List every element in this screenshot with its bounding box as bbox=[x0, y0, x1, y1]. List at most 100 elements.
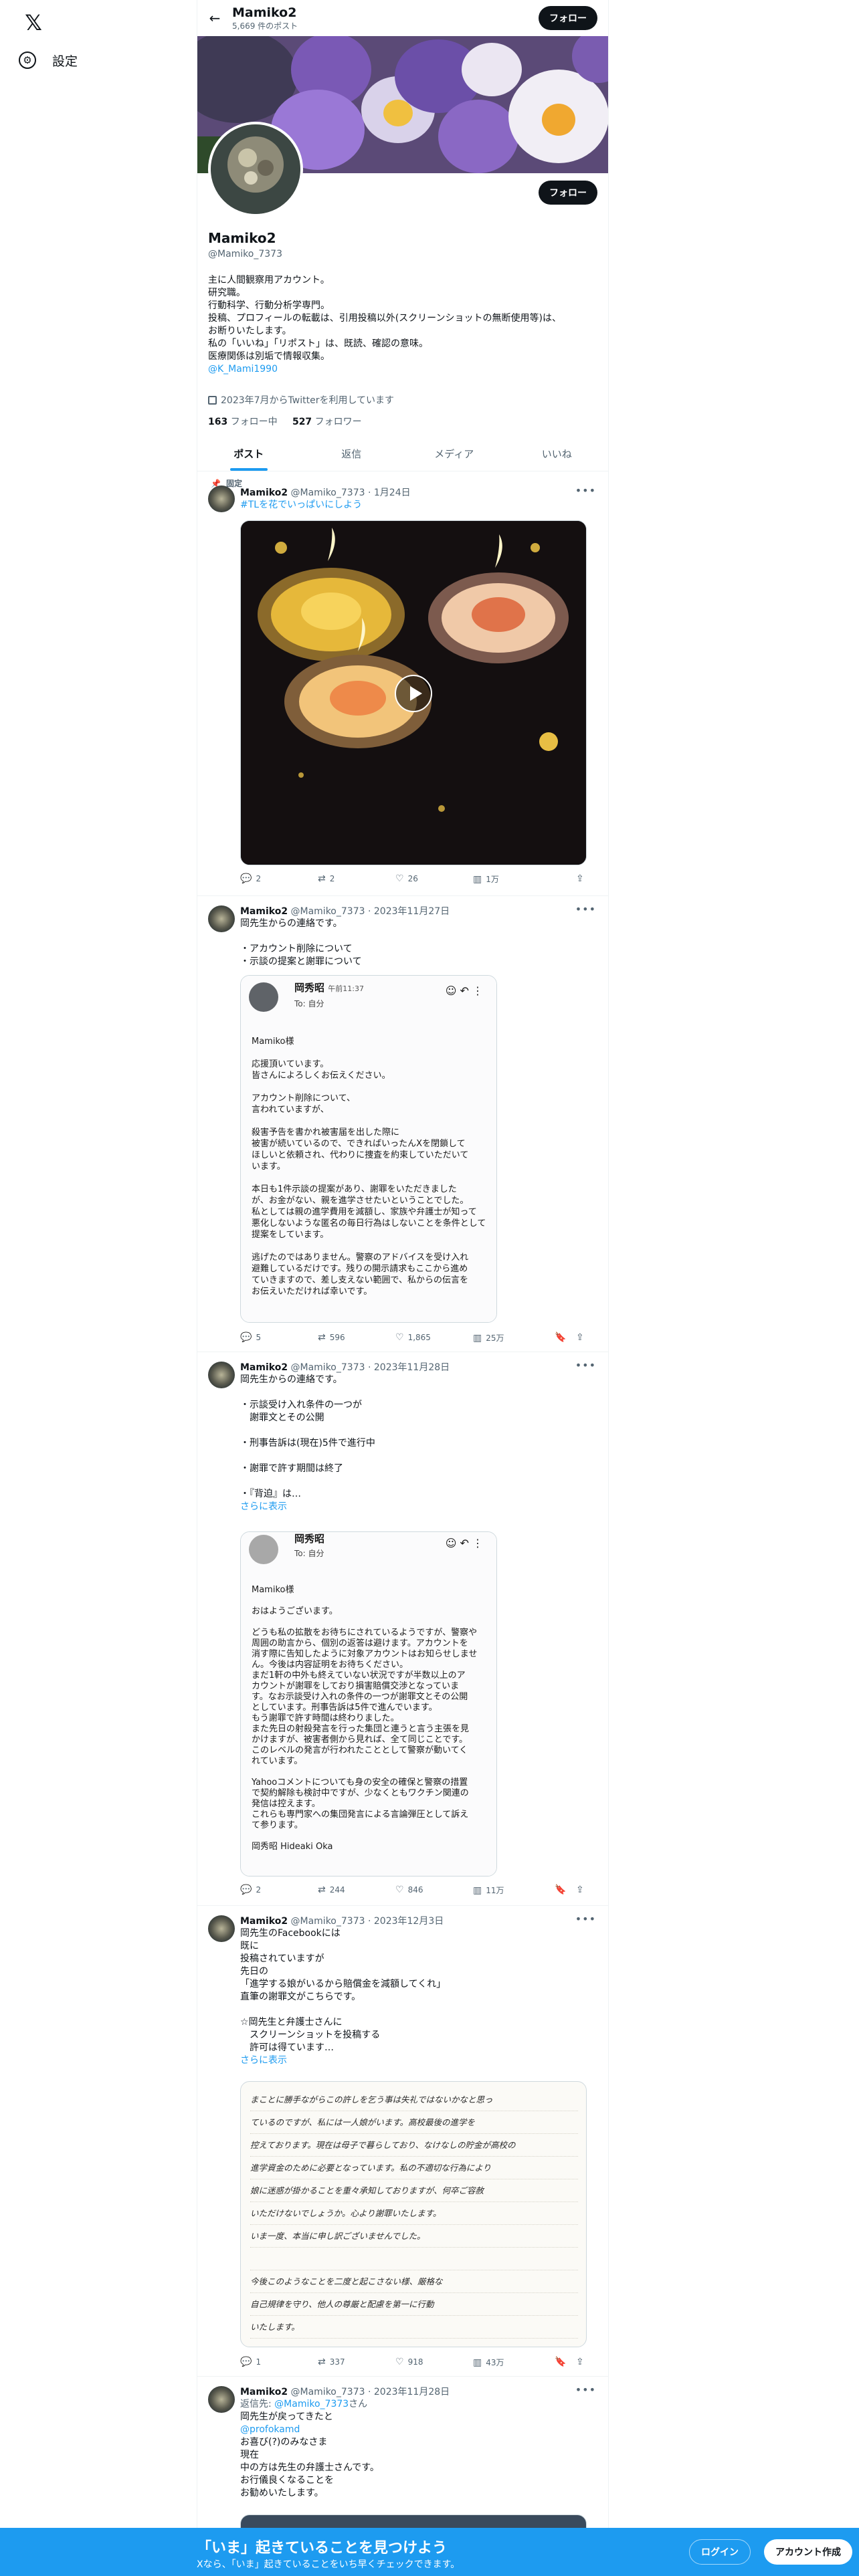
more-icon[interactable]: ••• bbox=[575, 484, 596, 497]
views-button[interactable]: ▥ 1万 bbox=[473, 873, 499, 885]
tweet-header: Mamiko2 @Mamiko_7373 · 2023年11月27日 bbox=[240, 906, 450, 917]
bookmark-button[interactable]: 🔖 bbox=[555, 1885, 570, 1895]
tab-posts[interactable]: ポスト bbox=[197, 436, 300, 471]
share-button[interactable]: ⇪ bbox=[576, 1332, 588, 1343]
login-button[interactable]: ログイン bbox=[689, 2539, 751, 2565]
tweet-author[interactable]: Mamiko2 bbox=[240, 2387, 288, 2397]
tweet-date[interactable]: 1月24日 bbox=[374, 488, 411, 498]
reply-icon: 💬 bbox=[240, 1885, 252, 1895]
play-icon[interactable] bbox=[395, 675, 432, 712]
like-count: 26 bbox=[407, 874, 418, 883]
tweet-image[interactable]: 岡秀昭 To: 自分 ☺ ↶ ⋮ Mamiko様 おはようございます。 どうも私の拡… bbox=[240, 1531, 497, 1876]
show-more-link[interactable]: さらに表示 bbox=[240, 2054, 595, 2067]
text-line: 謝罪文とその公開 bbox=[240, 1412, 324, 1423]
bio-line: 行動科学、行動分析学専門。 bbox=[208, 300, 330, 311]
share-button[interactable]: ⇪ bbox=[576, 873, 588, 884]
bio-line: 研究職。 bbox=[208, 288, 246, 298]
views-icon: ▥ bbox=[473, 2357, 482, 2368]
tweet[interactable]: Mamiko2 @Mamiko_7373 · 1月24日 ••• #TLを花でい… bbox=[197, 476, 608, 896]
email-line: まだ1軒の中外も終えていない状況ですが半数以上のア bbox=[252, 1671, 466, 1681]
header-follow-button[interactable]: フォロー bbox=[539, 6, 597, 30]
email-avatar-icon bbox=[249, 1535, 278, 1564]
views-icon: ▥ bbox=[473, 873, 482, 885]
letter-line: いま一度、本当に申し訳ございませんでした。 bbox=[250, 2225, 578, 2248]
heart-icon: ♡ bbox=[395, 1885, 404, 1895]
tweet-avatar[interactable] bbox=[208, 486, 235, 512]
tweet-avatar[interactable] bbox=[208, 2386, 235, 2413]
repost-button[interactable]: ⇄ 337 bbox=[318, 2357, 345, 2367]
share-button[interactable]: ⇪ bbox=[576, 2357, 588, 2367]
views-button[interactable]: ▥ 25万 bbox=[473, 1332, 504, 1344]
tab-replies[interactable]: 返信 bbox=[300, 436, 403, 471]
repost-button[interactable]: ⇄ 244 bbox=[318, 1885, 345, 1895]
like-button[interactable]: ♡ 918 bbox=[395, 2357, 423, 2367]
email-recipient: To: 自分 bbox=[294, 1549, 324, 1558]
reply-button[interactable]: 💬 5 bbox=[240, 1332, 261, 1343]
more-icon[interactable]: ••• bbox=[575, 1359, 596, 1372]
repost-button[interactable]: ⇄ 2 bbox=[318, 873, 335, 884]
tweet-date[interactable]: 2023年11月27日 bbox=[374, 906, 450, 917]
more-icon[interactable]: ••• bbox=[575, 1913, 596, 1925]
tweet-video[interactable] bbox=[240, 520, 587, 865]
signup-subtitle: Xなら、「いま」起きていることをいち早くチェックできます。 bbox=[197, 2559, 460, 2570]
share-button[interactable]: ⇪ bbox=[576, 1885, 588, 1895]
bio-link[interactable]: @K_Mami1990 bbox=[208, 363, 599, 376]
reply-to-link[interactable]: @Mamiko_7373 bbox=[274, 2399, 349, 2409]
views-button[interactable]: ▥ 43万 bbox=[473, 2357, 504, 2368]
tweet-handle: @Mamiko_7373 bbox=[290, 1916, 365, 1927]
x-logo-icon[interactable]: 𝕏 bbox=[19, 8, 48, 37]
text-line: 許可は得ています… bbox=[240, 2042, 334, 2053]
show-more-link[interactable]: さらに表示 bbox=[240, 1501, 595, 1513]
email-line: 周囲の助言から、個別の返答は避けます。アカウントを bbox=[252, 1638, 468, 1648]
tweet-date[interactable]: 2023年12月3日 bbox=[374, 1916, 444, 1927]
text-line: 既に bbox=[240, 1941, 259, 1951]
bookmark-button[interactable]: 🔖 bbox=[555, 1332, 570, 1343]
bookmark-button[interactable]: 🔖 bbox=[555, 2357, 570, 2367]
tweet-date[interactable]: 2023年11月28日 bbox=[374, 1362, 450, 1373]
like-count: 918 bbox=[407, 2357, 423, 2367]
email-line: 皆さんによろしくお伝えください。 bbox=[252, 1071, 391, 1081]
tweet-date[interactable]: 2023年11月28日 bbox=[374, 2387, 450, 2397]
hashtag-link[interactable]: #TLを花でいっぱいにしよう bbox=[240, 499, 595, 512]
gear-icon: ⚙ bbox=[19, 51, 36, 69]
tab-media[interactable]: メディア bbox=[403, 436, 506, 471]
tweet[interactable]: Mamiko2 @Mamiko_7373 · 2023年11月28日 ••• 岡… bbox=[197, 1352, 608, 1906]
tweet[interactable]: Mamiko2 @Mamiko_7373 · 2023年11月27日 ••• 岡… bbox=[197, 896, 608, 1352]
like-button[interactable]: ♡ 1,865 bbox=[395, 1332, 431, 1343]
reply-icon: 💬 bbox=[240, 1332, 252, 1343]
back-arrow-icon[interactable]: ← bbox=[197, 10, 232, 26]
repost-button[interactable]: ⇄ 596 bbox=[318, 1332, 345, 1343]
tweet-avatar[interactable] bbox=[208, 1915, 235, 1942]
following-link[interactable]: 163 フォロー中 bbox=[208, 417, 278, 427]
like-button[interactable]: ♡ 26 bbox=[395, 873, 418, 884]
tweet-author[interactable]: Mamiko2 bbox=[240, 488, 288, 498]
profile-avatar[interactable] bbox=[208, 122, 303, 217]
create-account-button[interactable]: アカウント作成 bbox=[764, 2539, 852, 2565]
tweet-author[interactable]: Mamiko2 bbox=[240, 1916, 288, 1927]
tweet-avatar[interactable] bbox=[208, 905, 235, 932]
email-line: 私としては親の進学費用を減額し、家族や弁護士が知って bbox=[252, 1207, 477, 1217]
mention-link[interactable]: @profokamd bbox=[240, 2424, 595, 2436]
tweet-image[interactable]: まことに勝手ながらこの許しを乞う事は失礼ではないかなと思っ ているのですが、私には… bbox=[240, 2081, 587, 2347]
tab-likes[interactable]: いいね bbox=[506, 436, 609, 471]
view-count: 11万 bbox=[486, 1886, 504, 1895]
tweet-image[interactable]: 岡秀昭 午前11:37 To: 自分 ☺ ↶ ⋮ Mamiko様 応援頂いています… bbox=[240, 975, 497, 1323]
tweet-avatar[interactable] bbox=[208, 1362, 235, 1388]
tweet[interactable]: Mamiko2 @Mamiko_7373 · 2023年12月3日 ••• 岡先… bbox=[197, 1906, 608, 2377]
reply-button[interactable]: 💬 1 bbox=[240, 2357, 261, 2367]
more-icon[interactable]: ••• bbox=[575, 903, 596, 916]
settings-link[interactable]: ⚙ 設定 bbox=[19, 47, 78, 74]
reply-button[interactable]: 💬 2 bbox=[240, 873, 261, 884]
text-line bbox=[240, 1424, 595, 1437]
reply-count: 1 bbox=[256, 2357, 262, 2367]
follow-button[interactable]: フォロー bbox=[539, 181, 597, 205]
followers-label: フォロワー bbox=[314, 417, 362, 427]
like-button[interactable]: ♡ 846 bbox=[395, 1885, 423, 1895]
reply-button[interactable]: 💬 2 bbox=[240, 1885, 261, 1895]
views-button[interactable]: ▥ 11万 bbox=[473, 1885, 504, 1896]
tweet-author[interactable]: Mamiko2 bbox=[240, 1362, 288, 1373]
tweet-author[interactable]: Mamiko2 bbox=[240, 906, 288, 917]
followers-link[interactable]: 527 フォロワー bbox=[292, 417, 362, 427]
more-icon[interactable]: ••• bbox=[575, 2383, 596, 2396]
tweet-handle: @Mamiko_7373 bbox=[290, 906, 365, 917]
